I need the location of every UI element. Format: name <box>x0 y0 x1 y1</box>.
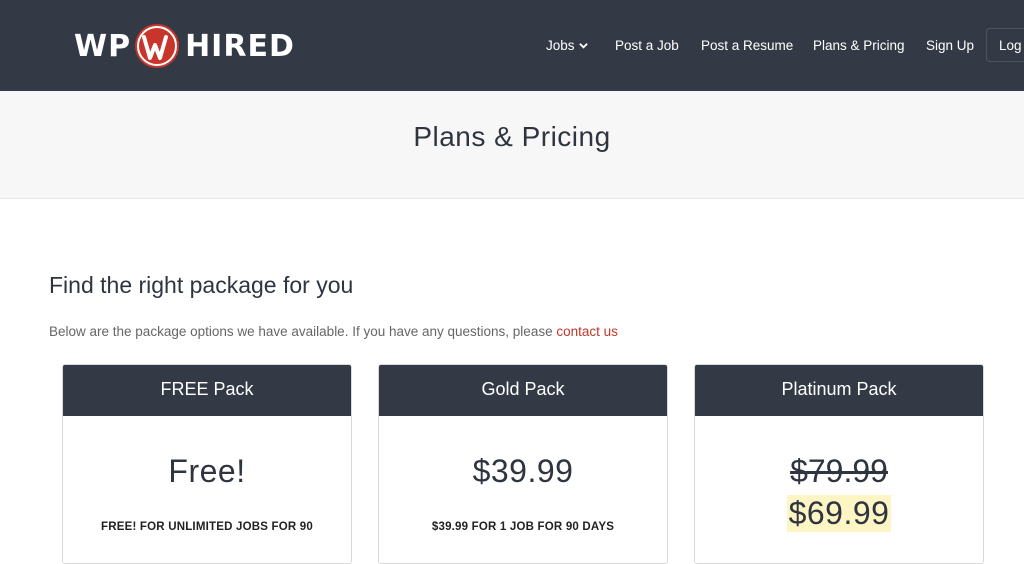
intro-text: Below are the package options we have av… <box>49 324 618 339</box>
package-card-gold: Gold Pack $39.99 $39.99 FOR 1 JOB FOR 90… <box>378 364 668 564</box>
intro-text-body: Below are the package options we have av… <box>49 324 557 339</box>
package-card-platinum: Platinum Pack $79.99 $69.99 <box>694 364 984 564</box>
contact-us-link[interactable]: contact us <box>556 324 618 339</box>
nav-jobs-label: Jobs <box>546 38 575 53</box>
title-band: Plans & Pricing <box>0 91 1024 199</box>
nav-plans-pricing[interactable]: Plans & Pricing <box>813 38 905 53</box>
package-card-free: FREE Pack Free! FREE! FOR UNLIMITED JOBS… <box>62 364 352 564</box>
sale-price-row: $69.99 <box>695 495 983 532</box>
package-old-price: $79.99 <box>790 453 888 489</box>
site-logo[interactable]: WP HIRED <box>74 22 295 70</box>
chevron-down-icon <box>578 43 588 49</box>
package-name: Gold Pack <box>379 365 667 416</box>
package-description: $39.99 FOR 1 JOB FOR 90 DAYS <box>431 521 615 533</box>
package-name: Platinum Pack <box>695 365 983 416</box>
nav-sign-up[interactable]: Sign Up <box>926 38 974 53</box>
nav-jobs[interactable]: Jobs <box>546 38 588 53</box>
package-name: FREE Pack <box>63 365 351 416</box>
wordpress-logo-icon <box>135 24 180 68</box>
page-title: Plans & Pricing <box>413 121 611 152</box>
package-price: $39.99 <box>472 453 574 489</box>
nav-post-a-resume[interactable]: Post a Resume <box>701 38 793 53</box>
package-description: FREE! FOR UNLIMITED JOBS FOR 90 <box>101 521 313 533</box>
login-button[interactable]: Log In <box>986 28 1024 62</box>
site-header: WP HIRED Jobs Post a Job Post a Resume P… <box>0 0 1024 91</box>
package-price: Free! <box>168 453 246 489</box>
logo-text-left: WP <box>74 28 132 64</box>
logo-text-right: HIRED <box>185 28 295 64</box>
nav-post-a-job[interactable]: Post a Job <box>615 38 679 53</box>
package-sale-price: $69.99 <box>786 495 892 532</box>
section-heading: Find the right package for you <box>49 272 354 298</box>
